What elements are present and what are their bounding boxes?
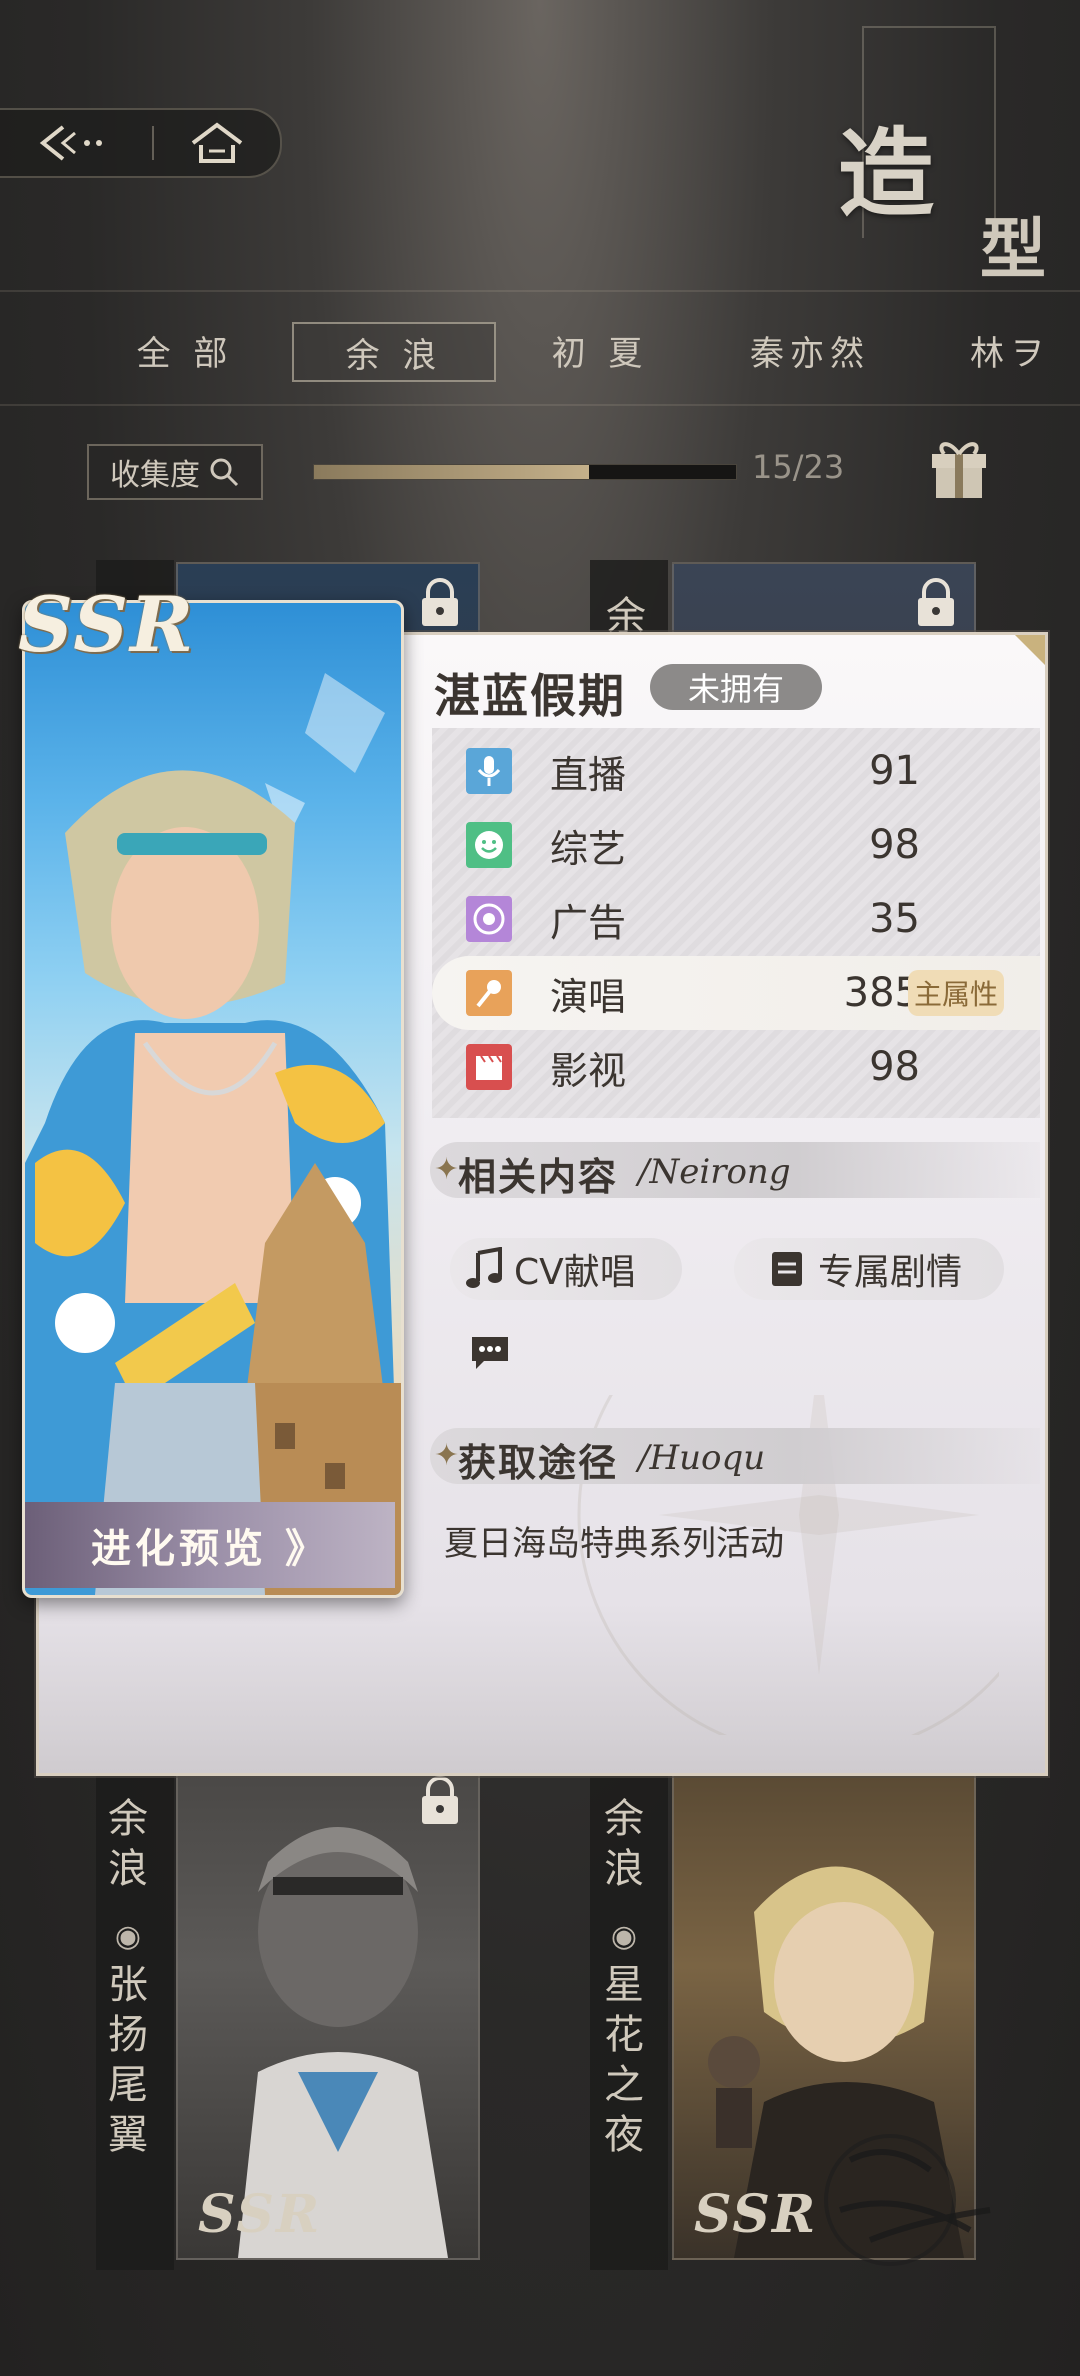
tab-yulang[interactable]: 余 浪 [292,322,496,382]
character-card-art [22,600,404,1598]
collection-button[interactable]: 收集度 [87,444,263,500]
section-title: 相关内容 [458,1154,619,1199]
stat-value: 98 [869,1044,920,1090]
card-name: 湛蓝假期 [434,669,626,723]
star-flower-limited-seal [824,2134,991,2266]
music-note-icon [466,1247,502,1288]
stat-value: 35 [869,896,920,942]
section-title: 获取途径 [458,1440,619,1485]
lock-icon [416,1776,464,1826]
chat-bubble-icon [472,1337,508,1369]
stat-row-ad: 广告 35 [432,882,1040,956]
back-button[interactable] [20,110,130,176]
acquire-header: ✦ 获取途径 /Huoqu [430,1428,1040,1485]
related-content-header: ✦ 相关内容 /Neirong [430,1142,1040,1199]
lock-icon [416,578,464,628]
back-arrow-icon [39,125,102,161]
tab-chuxia[interactable]: 初 夏 [520,322,680,378]
stat-row-variety: 综艺 98 [432,808,1040,882]
ad-circle-icon [466,896,512,942]
acquire-source-text: 夏日海岛特典系列活动 [444,1524,784,1564]
book-icon [772,1252,802,1286]
collection-label: 收集度 [110,458,200,493]
grid-card-4-title: 星 花 之 夜 [604,1962,644,2158]
lock-icon [912,578,960,628]
stat-label: 影视 [550,1048,627,1093]
stat-row-live: 直播 91 [432,734,1040,808]
ownership-badge: 未拥有 [650,664,822,710]
evolve-preview-button[interactable]: 进化预览 》 [25,1502,395,1588]
star-icon: ✦ [434,1438,460,1473]
stat-row-film: 影视 98 [432,1030,1040,1104]
tab-lin[interactable]: 林ヲ [940,322,1080,378]
stat-value: 98 [869,822,920,868]
stat-row-singing: 演唱 385 主属性 [432,956,1040,1030]
exclusive-story-label: 专属剧情 [818,1252,963,1293]
stats-panel: 直播 91 综艺 98 广告 35 演唱 385 主属性 影视 98 [432,728,1040,1118]
section-subtitle: /Neirong [638,1152,791,1192]
chat-button[interactable] [450,1322,530,1384]
microphone-icon [466,748,512,794]
main-attribute-badge: 主属性 [908,970,1004,1016]
gift-button[interactable] [928,432,990,500]
smile-icon [466,822,512,868]
character-illustration [25,673,401,1595]
tab-all[interactable]: 全 部 [110,322,260,378]
stat-label: 广告 [550,900,627,945]
stat-label: 综艺 [550,826,627,871]
star-icon: ✦ [434,1152,460,1187]
grid-card-4-character: 余 浪 [604,1796,644,1892]
stat-label: 演唱 [550,974,627,1019]
cv-song-label: CV献唱 [514,1252,636,1293]
stat-value: 91 [869,748,920,794]
page-title-main: 造 [838,117,934,230]
grid-card-3-character: 余 浪 [108,1796,148,1892]
page-title: 造 型 [838,26,1046,288]
search-icon [210,458,239,487]
stat-label: 直播 [550,752,627,797]
collection-progress-text: 15/23 [752,448,845,486]
clapperboard-icon [466,1044,512,1090]
exclusive-story-button[interactable]: 专属剧情 [734,1238,1004,1300]
filter-tabs: 全 部 余 浪 初 夏 秦亦然 林ヲ [0,300,1080,400]
divider [0,404,1080,406]
cv-song-button[interactable]: CV献唱 [450,1238,682,1300]
divider [0,290,1080,292]
grid-card-3-title: 张 扬 尾 翼 [108,1962,148,2158]
progress-fill [314,465,590,479]
home-icon [191,122,243,163]
gift-icon [932,442,986,498]
rarity-label: SSR [198,2184,322,2245]
card-rarity: SSR [18,580,196,669]
rarity-label: SSR [694,2184,818,2245]
collection-progress-bar [313,464,737,480]
tab-qinyiran[interactable]: 秦亦然 [730,322,890,378]
mic-singing-icon [466,970,512,1016]
top-nav-group [0,108,282,178]
separator-dot: ◉ [114,1919,142,1954]
section-subtitle: /Huoqu [638,1438,766,1478]
nav-separator [152,126,154,160]
home-button[interactable] [162,110,272,176]
page-title-sub: 型 [980,210,1046,288]
separator-dot: ◉ [610,1919,638,1954]
corner-ornament [1015,635,1045,665]
